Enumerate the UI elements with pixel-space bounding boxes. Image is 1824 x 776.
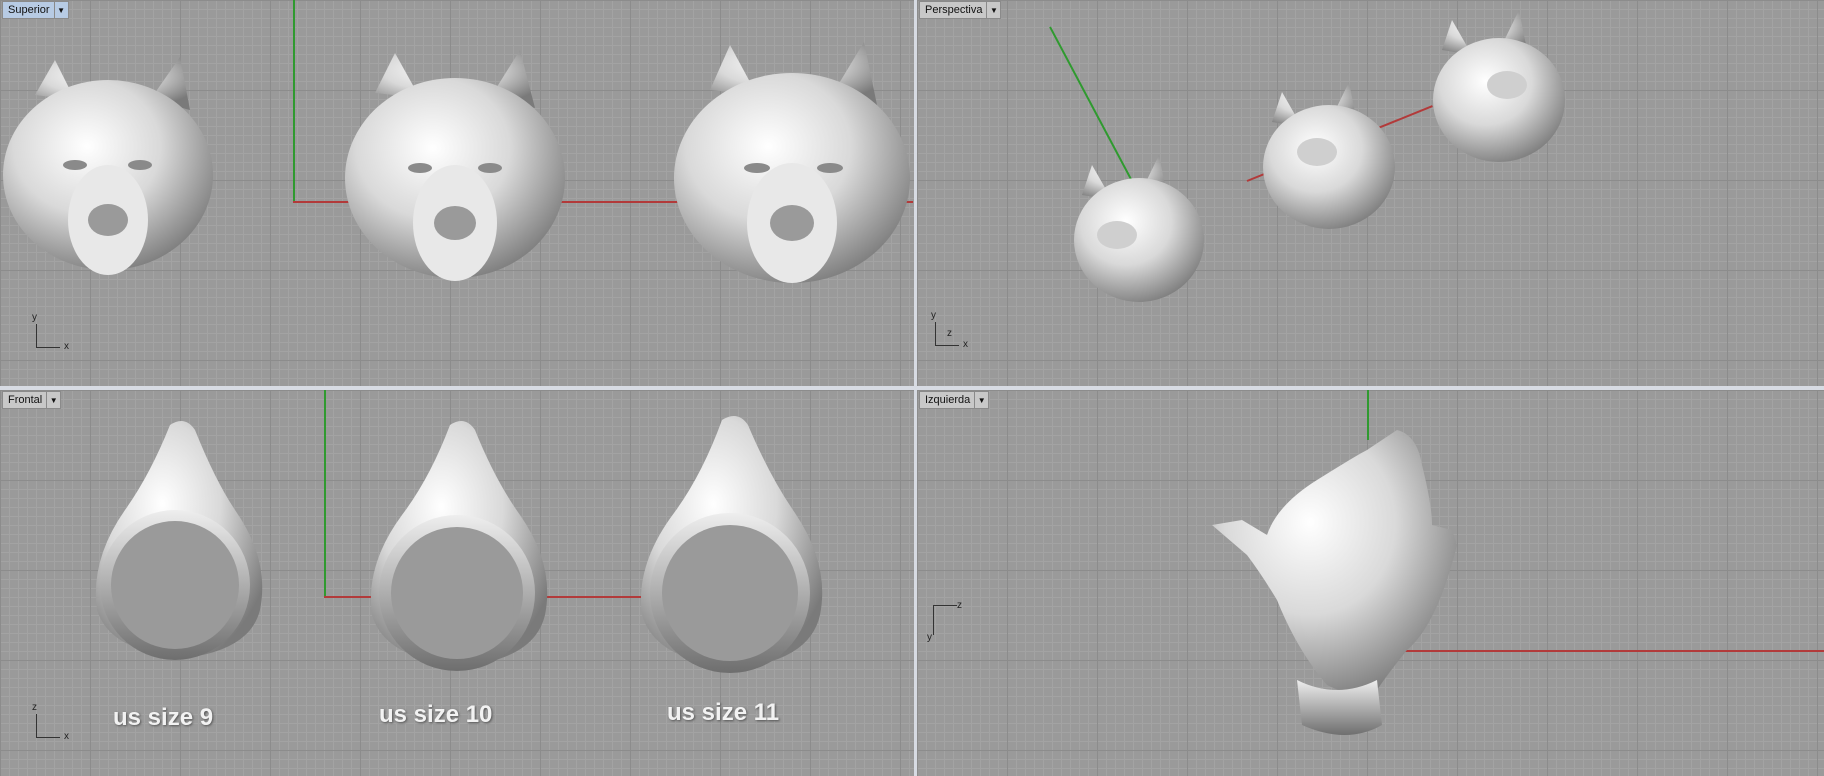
wolf-head-perspective-1 — [1074, 155, 1204, 302]
wolf-head-perspective-3 — [1433, 10, 1565, 162]
wolf-head-perspective-2 — [1263, 82, 1395, 229]
chevron-down-icon[interactable]: ▼ — [46, 392, 60, 408]
y-axis-line — [293, 0, 295, 202]
viewport-left[interactable]: z y Izquierda ▼ — [917, 390, 1824, 776]
chevron-down-icon[interactable]: ▼ — [974, 392, 988, 408]
y-axis-line — [324, 390, 326, 597]
axis-gizmo: y x — [32, 312, 69, 352]
chevron-down-icon[interactable]: ▼ — [53, 2, 68, 18]
ring-size-label: us size 11 — [667, 699, 780, 726]
viewport-tab-front[interactable]: Frontal ▼ — [2, 391, 62, 409]
ring-front-size-10 — [370, 421, 548, 671]
viewport-tab-top[interactable]: Superior ▼ — [2, 1, 69, 19]
axis-gizmo: y x z — [931, 310, 968, 350]
axis-gizmo: z x — [32, 702, 69, 742]
viewport-title: Frontal — [8, 394, 43, 406]
viewport-top[interactable]: y x Superior ▼ — [0, 0, 914, 386]
chevron-down-icon[interactable]: ▼ — [986, 2, 1000, 18]
wolf-ring-side — [1212, 430, 1457, 735]
viewport-title: Izquierda — [925, 394, 971, 406]
ring-size-label: us size 9 — [113, 704, 214, 731]
viewport-front[interactable]: us size 9 us size 10 us size 11 z x Fron… — [0, 390, 914, 776]
ring-front-size-9 — [95, 421, 263, 660]
viewport-tab-perspective[interactable]: Perspectiva ▼ — [919, 1, 1002, 19]
ring-front-size-11 — [640, 416, 823, 673]
viewport-tab-left[interactable]: Izquierda ▼ — [919, 391, 990, 409]
viewport-perspective[interactable]: y x z Perspectiva ▼ — [917, 0, 1824, 386]
wolf-head-top-1 — [3, 57, 213, 275]
ring-size-label: us size 10 — [379, 701, 493, 728]
axis-gizmo: z y — [927, 600, 962, 643]
viewport-splitter-horizontal[interactable] — [0, 386, 1824, 390]
wolf-head-top-2 — [345, 50, 565, 281]
viewport-title: Perspectiva — [925, 4, 983, 16]
wolf-head-top-3 — [674, 42, 910, 283]
viewport-title: Superior — [8, 4, 50, 16]
